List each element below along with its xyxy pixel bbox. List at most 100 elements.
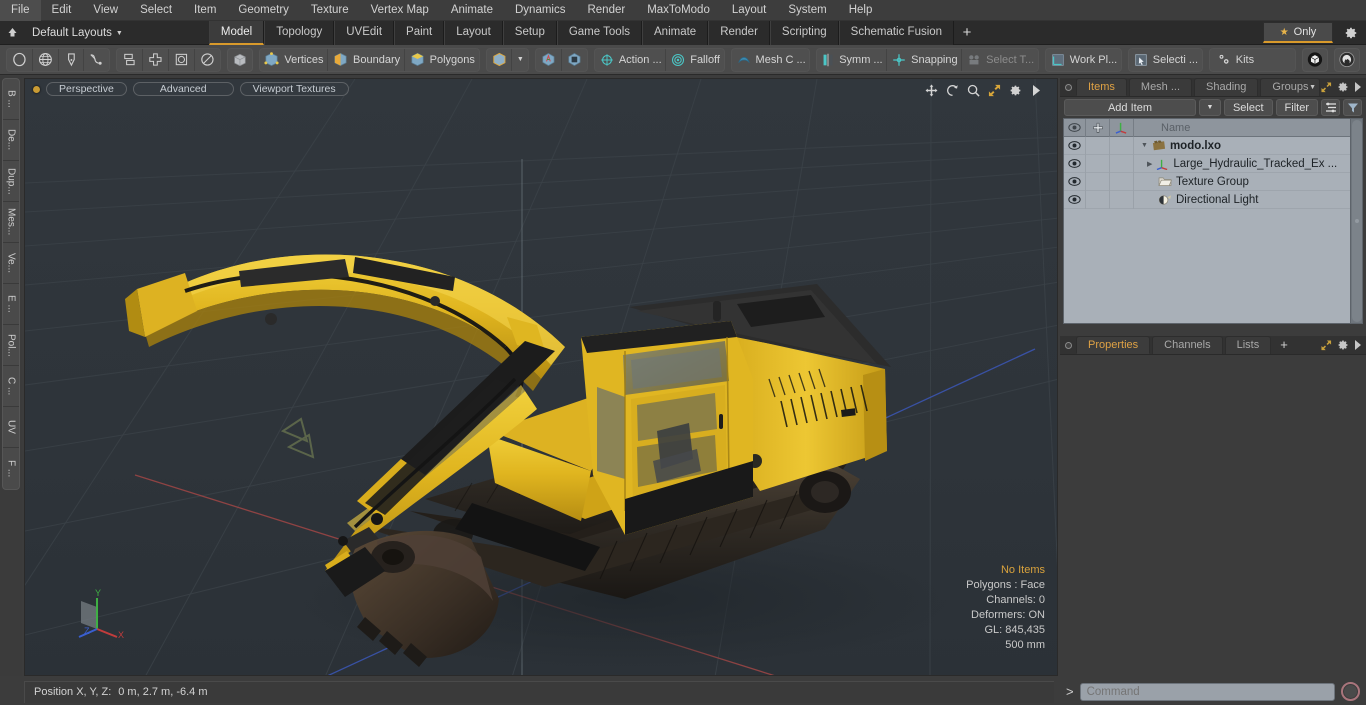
gear-icon[interactable] bbox=[1337, 339, 1349, 351]
selection-button[interactable]: Selecti ... bbox=[1129, 49, 1202, 71]
filter-button[interactable]: Filter bbox=[1275, 99, 1318, 116]
chevron-right-icon[interactable] bbox=[1354, 82, 1362, 92]
maximize-icon[interactable] bbox=[1321, 339, 1332, 351]
select-button[interactable]: Select bbox=[1223, 99, 1273, 116]
left-tab-edge[interactable]: E ... bbox=[3, 284, 19, 325]
deform-b-icon[interactable] bbox=[562, 49, 587, 71]
menu-edit[interactable]: Edit bbox=[41, 0, 83, 21]
maximize-icon[interactable] bbox=[987, 83, 1001, 97]
gear-icon[interactable] bbox=[1342, 24, 1360, 42]
row-lock-cell[interactable] bbox=[1086, 190, 1110, 209]
menu-maxtomodo[interactable]: MaxToModo bbox=[636, 0, 721, 21]
expander-triangle-down-icon[interactable]: ▼ bbox=[1141, 142, 1148, 149]
tab-model[interactable]: Model bbox=[208, 20, 265, 45]
panel-splitter[interactable] bbox=[1060, 324, 1366, 336]
square-circle-icon[interactable] bbox=[169, 48, 195, 71]
menu-help[interactable]: Help bbox=[838, 0, 884, 21]
left-tab-deform[interactable]: De... bbox=[3, 120, 19, 161]
deform-a-icon[interactable] bbox=[536, 48, 563, 71]
chevron-right-icon[interactable] bbox=[1354, 340, 1362, 350]
row-visibility-toggle[interactable] bbox=[1064, 190, 1086, 209]
only-toggle-button[interactable]: ★ Only bbox=[1263, 22, 1333, 43]
gear-icon[interactable] bbox=[1337, 81, 1349, 93]
table-row[interactable]: Directional Light bbox=[1064, 190, 1362, 209]
menu-file[interactable]: File bbox=[0, 0, 41, 21]
chevron-right-icon[interactable] bbox=[1029, 83, 1043, 97]
tab-topology[interactable]: Topology bbox=[264, 20, 335, 45]
menu-select[interactable]: Select bbox=[129, 0, 183, 21]
item-cube-icon[interactable] bbox=[487, 48, 513, 71]
list-item[interactable]: Texture Group bbox=[1134, 176, 1362, 188]
tab-channels[interactable]: Channels bbox=[1152, 336, 1223, 354]
mesh-constraint-button[interactable]: Mesh C ... bbox=[732, 49, 810, 71]
menu-layout[interactable]: Layout bbox=[721, 0, 778, 21]
row-visibility-toggle[interactable] bbox=[1064, 136, 1086, 155]
panel-menu-dot[interactable] bbox=[1065, 342, 1072, 349]
left-tab-mesh-edit[interactable]: Mes... bbox=[3, 202, 19, 243]
cube-icon[interactable] bbox=[226, 47, 253, 72]
axis-gizmo[interactable]: Y X Z bbox=[69, 585, 139, 645]
row-lock-cell[interactable] bbox=[1086, 172, 1110, 191]
left-tab-curve[interactable]: C ... bbox=[3, 366, 19, 407]
select-through-button[interactable]: Select T... bbox=[962, 49, 1038, 71]
zoom-icon[interactable] bbox=[966, 83, 980, 97]
add-item-button[interactable]: Add Item bbox=[1064, 99, 1196, 116]
unreal-engine-icon[interactable] bbox=[1334, 47, 1361, 72]
tab-render[interactable]: Render bbox=[708, 20, 770, 45]
list-options-icon[interactable] bbox=[1321, 99, 1340, 116]
circle-slash-icon[interactable] bbox=[195, 49, 220, 71]
gear-icon[interactable] bbox=[1008, 83, 1022, 97]
row-visibility-toggle[interactable] bbox=[1064, 172, 1086, 191]
menu-dynamics[interactable]: Dynamics bbox=[504, 0, 576, 21]
add-item-dropdown-arrow[interactable]: ▼ bbox=[1198, 99, 1221, 116]
table-row[interactable]: ▶ Large_Hydraulic_Tracked_Ex ... bbox=[1064, 154, 1362, 173]
left-tab-vertex[interactable]: Ve... bbox=[3, 243, 19, 284]
row-axis-cell[interactable] bbox=[1110, 172, 1134, 191]
action-center-button[interactable]: Action ... bbox=[595, 48, 667, 71]
row-axis-cell[interactable] bbox=[1110, 136, 1134, 155]
falloff-button[interactable]: Falloff bbox=[666, 49, 723, 71]
tab-scripting[interactable]: Scripting bbox=[769, 20, 839, 45]
menu-geometry[interactable]: Geometry bbox=[227, 0, 300, 21]
vertices-button[interactable]: Vertices bbox=[260, 48, 329, 71]
left-tab-uv[interactable]: UV bbox=[3, 407, 19, 448]
panel-menu-dot[interactable] bbox=[1065, 84, 1072, 91]
funnel-icon[interactable] bbox=[1343, 99, 1362, 116]
viewport-shading-selector[interactable]: Advanced bbox=[132, 82, 234, 96]
left-tab-basic[interactable]: B ... bbox=[3, 79, 19, 120]
chevron-down-icon[interactable]: ▼ bbox=[512, 49, 528, 71]
left-tab-fusion[interactable]: F ... bbox=[3, 448, 19, 489]
item-list-scrollbar-thumb[interactable] bbox=[1352, 120, 1362, 322]
tab-properties[interactable]: Properties bbox=[1076, 336, 1151, 354]
viewport-projection-selector[interactable]: Perspective bbox=[46, 82, 127, 96]
item-list[interactable]: Name ▼ modo.lxo ▶ Large_Hydraulic_Tracke… bbox=[1063, 118, 1363, 324]
left-tab-polygon[interactable]: Pol... bbox=[3, 325, 19, 366]
pen-icon[interactable] bbox=[59, 48, 85, 71]
menu-render[interactable]: Render bbox=[576, 0, 636, 21]
ellipse-icon[interactable] bbox=[7, 48, 33, 71]
menu-view[interactable]: View bbox=[82, 0, 129, 21]
tab-shading[interactable]: Shading bbox=[1194, 78, 1259, 96]
viewport-3d[interactable]: Perspective Advanced Viewport Textures N… bbox=[24, 78, 1058, 676]
menu-item[interactable]: Item bbox=[183, 0, 227, 21]
tab-setup[interactable]: Setup bbox=[502, 20, 557, 45]
modo-bridge-icon[interactable] bbox=[1302, 47, 1329, 72]
maximize-icon[interactable] bbox=[1321, 81, 1332, 93]
rotate-icon[interactable] bbox=[945, 83, 959, 97]
chevron-down-icon[interactable]: ▼ bbox=[1309, 84, 1316, 91]
boundary-button[interactable]: Boundary bbox=[328, 48, 405, 71]
item-list-scrollbar[interactable] bbox=[1350, 119, 1362, 323]
left-tab-duplicate[interactable]: Dup... bbox=[3, 161, 19, 202]
tab-mesh-ops[interactable]: Mesh ... bbox=[1128, 78, 1193, 96]
row-axis-cell[interactable] bbox=[1110, 190, 1134, 209]
snapping-button[interactable]: Snapping bbox=[887, 48, 963, 71]
list-item[interactable]: Directional Light bbox=[1134, 194, 1362, 206]
menu-texture[interactable]: Texture bbox=[300, 0, 360, 21]
globe-icon[interactable] bbox=[33, 48, 59, 71]
tab-layout[interactable]: Layout bbox=[444, 20, 503, 45]
command-input[interactable] bbox=[1079, 682, 1335, 701]
home-icon[interactable] bbox=[0, 22, 24, 44]
tab-schematic-fusion[interactable]: Schematic Fusion bbox=[838, 20, 955, 45]
tab-game-tools[interactable]: Game Tools bbox=[556, 20, 642, 45]
curve-icon[interactable] bbox=[84, 49, 109, 71]
